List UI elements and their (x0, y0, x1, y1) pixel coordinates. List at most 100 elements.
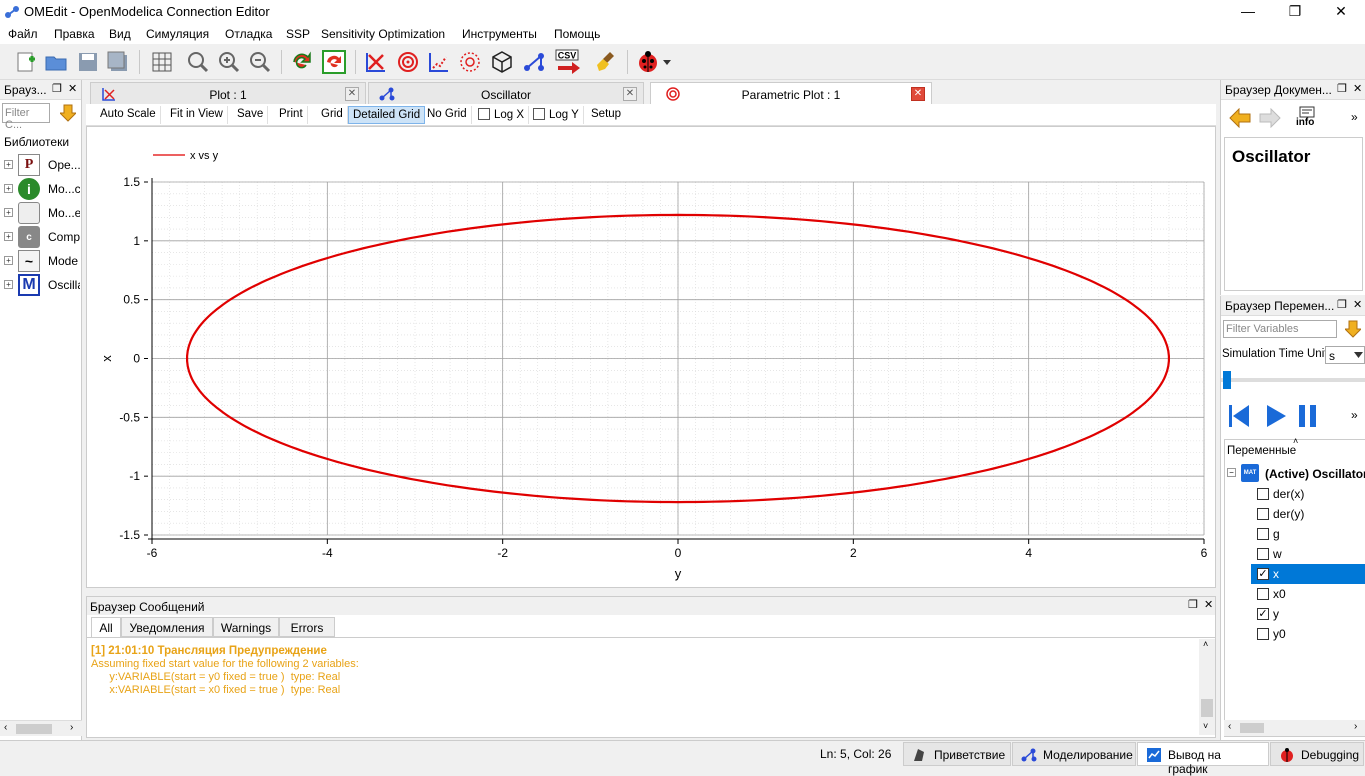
tab-oscillator[interactable]: Oscillator ✕ (368, 82, 644, 104)
float-icon[interactable]: ❐ (1337, 298, 1347, 311)
array-parametric-plot-icon[interactable] (456, 48, 484, 76)
float-icon[interactable]: ❐ (1188, 598, 1198, 611)
close-button[interactable]: ✕ (1318, 0, 1364, 24)
menu-ssp[interactable]: SSP (286, 27, 310, 41)
save-all-icon[interactable] (104, 48, 132, 76)
export-csv-icon[interactable]: CSV (554, 48, 582, 76)
menu-view[interactable]: Вид (109, 27, 131, 41)
collapse-icon[interactable]: − (1227, 468, 1236, 477)
variables-tree-root[interactable]: (Active) Oscillator (1265, 467, 1365, 481)
variable-y[interactable]: ✓ y (1251, 604, 1365, 624)
library-filter-input[interactable]: Filter C... (2, 103, 50, 131)
variable-checkbox[interactable] (1257, 548, 1269, 560)
library-item-modelica-reference[interactable]: + Mo...e (4, 202, 80, 224)
time-slider[interactable] (1221, 371, 1365, 389)
horizontal-scrollbar[interactable]: ‹ › (0, 720, 82, 736)
print-button[interactable]: Print (275, 106, 308, 124)
sort-up-icon[interactable]: ˄ (1293, 436, 1298, 446)
save-icon[interactable] (74, 48, 102, 76)
variable-checkbox[interactable] (1257, 588, 1269, 600)
log-y-checkbox[interactable] (533, 108, 545, 120)
grid-icon[interactable] (148, 48, 176, 76)
close-icon[interactable]: ✕ (1204, 598, 1213, 611)
scroll-thumb[interactable] (16, 724, 52, 734)
variable-filter-input[interactable]: Filter Variables (1223, 320, 1337, 338)
open-folder-icon[interactable] (42, 48, 70, 76)
perspective-plotting[interactable]: Вывод на график (1137, 742, 1269, 776)
log-x-toggle[interactable]: Log X (474, 106, 530, 124)
log-x-checkbox[interactable] (478, 108, 490, 120)
diagram-icon[interactable] (520, 48, 548, 76)
zoom-out-icon[interactable] (246, 48, 274, 76)
info-button[interactable]: info (1295, 106, 1319, 130)
float-icon[interactable]: ❐ (1337, 82, 1347, 95)
scroll-right-icon[interactable]: › (1354, 721, 1357, 732)
save-button[interactable]: Save (233, 106, 269, 124)
perspective-modeling[interactable]: Моделирование (1012, 742, 1136, 766)
back-arrow-icon[interactable] (1229, 108, 1251, 128)
setup-button[interactable]: Setup (587, 106, 625, 124)
plot-canvas[interactable]: -6 -4 -2 0 2 4 6 1.5 1 0.5 0 -0.5 -1 -1.5 y x x vs y (86, 126, 1216, 588)
tab-notifications[interactable]: Уведомления (121, 617, 213, 637)
vertical-scrollbar[interactable]: ˄ ˅ (1199, 639, 1215, 735)
zoom-icon[interactable] (184, 48, 212, 76)
library-item-oscillator[interactable]: +MOscilla (4, 274, 80, 296)
auto-scale-button[interactable]: Auto Scale (96, 106, 161, 124)
new-file-icon[interactable] (12, 48, 40, 76)
tab-parametric-plot-1[interactable]: Parametric Plot : 1 ✕ (650, 82, 932, 104)
simulation-setup-icon[interactable] (320, 48, 348, 76)
float-icon[interactable]: ❐ (52, 82, 62, 95)
tab-plot-1[interactable]: Plot : 1 ✕ (90, 82, 366, 104)
scroll-left-icon[interactable]: ‹ (4, 722, 7, 733)
menu-sensitivity[interactable]: Sensitivity Optimization (321, 27, 445, 41)
grid-button[interactable]: Grid (317, 106, 348, 124)
tab-close-icon[interactable]: ✕ (623, 87, 637, 101)
chevron-down-icon[interactable] (660, 48, 674, 76)
plot-icon[interactable] (362, 48, 390, 76)
debug-ladybug-icon[interactable] (634, 48, 662, 76)
pause-icon[interactable] (1297, 404, 1319, 428)
filter-arrow-icon[interactable] (60, 104, 76, 122)
3d-viewer-icon[interactable] (488, 48, 516, 76)
variable-w[interactable]: w (1251, 544, 1365, 564)
variable-checkbox[interactable] (1257, 508, 1269, 520)
horizontal-scrollbar[interactable]: ‹ › (1224, 720, 1365, 736)
menu-edit[interactable]: Правка (54, 27, 95, 41)
fit-in-view-button[interactable]: Fit in View (166, 106, 228, 124)
variable-x0[interactable]: x0 (1251, 584, 1365, 604)
time-slider-handle[interactable] (1223, 371, 1231, 389)
array-plot-icon[interactable] (425, 48, 453, 76)
simulation-time-unit-select[interactable]: s (1325, 346, 1365, 364)
parametric-plot-icon[interactable] (394, 48, 422, 76)
menu-debug[interactable]: Отладка (225, 27, 272, 41)
simulate-icon[interactable] (288, 48, 316, 76)
close-icon[interactable]: ✕ (1353, 298, 1362, 311)
log-y-toggle[interactable]: Log Y (529, 106, 584, 124)
library-item-complex[interactable]: + c Comp (4, 226, 80, 248)
maximize-button[interactable]: ❐ (1272, 0, 1318, 24)
variable-der-y[interactable]: der(y) (1251, 504, 1365, 524)
more-chevron-icon[interactable]: » (1351, 408, 1358, 422)
menu-simulation[interactable]: Симуляция (146, 27, 209, 41)
variable-x[interactable]: ✓ x (1251, 564, 1365, 584)
play-icon[interactable] (1265, 404, 1287, 428)
filter-arrow-icon[interactable] (1345, 320, 1361, 338)
clear-icon[interactable] (592, 48, 620, 76)
tab-close-icon[interactable]: ✕ (911, 87, 925, 101)
variable-der-x[interactable]: der(x) (1251, 484, 1365, 504)
tab-warnings[interactable]: Warnings (213, 617, 279, 637)
variable-checkbox[interactable] (1257, 488, 1269, 500)
zoom-in-icon[interactable] (215, 48, 243, 76)
scroll-thumb[interactable] (1201, 699, 1213, 717)
menu-help[interactable]: Помощь (554, 27, 600, 41)
detailed-grid-button[interactable]: Detailed Grid (348, 106, 426, 124)
rewind-icon[interactable] (1228, 404, 1250, 428)
variable-g[interactable]: g (1251, 524, 1365, 544)
library-item-modelica[interactable]: + i Mo...c (4, 178, 80, 200)
perspective-welcome[interactable]: Приветствие (903, 742, 1011, 766)
parametric-chart[interactable]: -6 -4 -2 0 2 4 6 1.5 1 0.5 0 -0.5 -1 -1.5 y x x vs y (87, 127, 1215, 587)
variable-checkbox-checked[interactable]: ✓ (1257, 568, 1269, 580)
menu-tools[interactable]: Инструменты (462, 27, 537, 41)
legend-label[interactable]: x vs y (190, 150, 219, 162)
close-icon[interactable]: ✕ (68, 82, 77, 95)
